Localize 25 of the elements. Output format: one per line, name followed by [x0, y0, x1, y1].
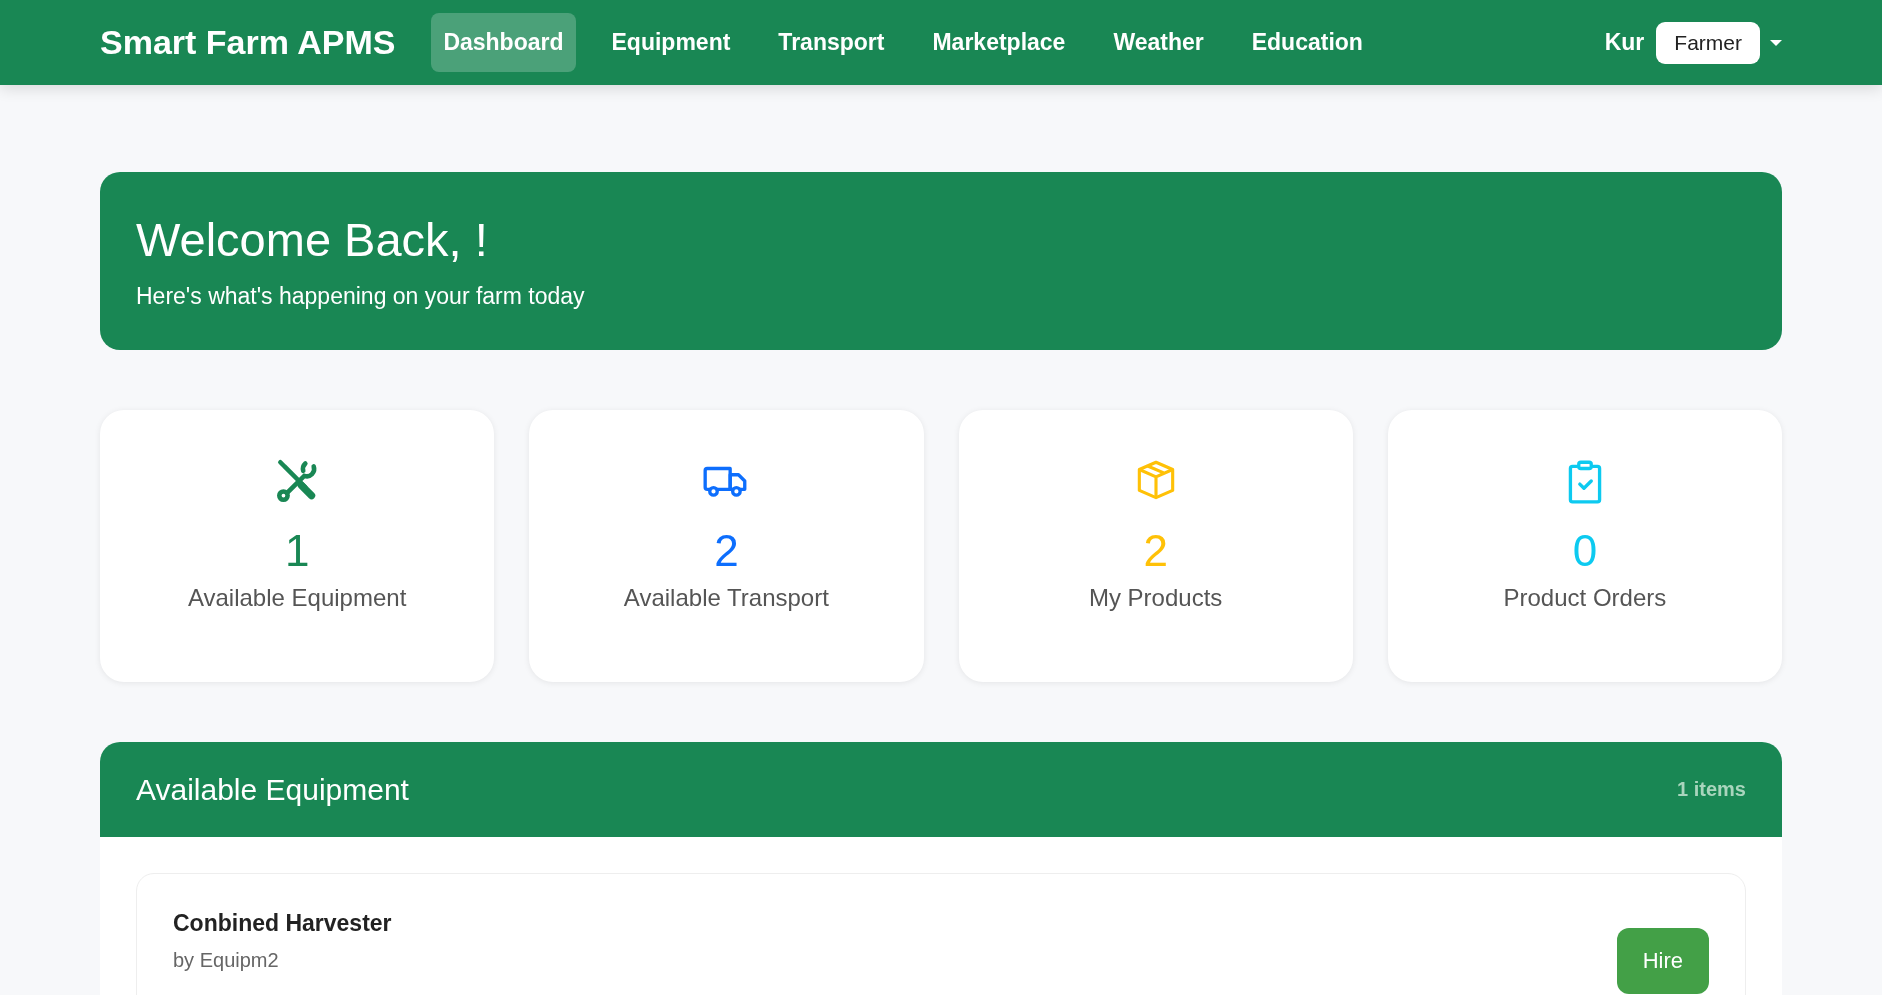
stat-value: 1 — [284, 526, 310, 576]
stat-label: My Products — [1088, 584, 1223, 612]
stat-label: Product Orders — [1503, 584, 1667, 612]
welcome-subtitle: Here's what's happening on your farm today — [136, 283, 586, 310]
caret-icon[interactable] — [1770, 38, 1782, 47]
nav-link[interactable]: Transport — [766, 13, 897, 72]
stat-value: 2 — [1143, 526, 1168, 576]
welcome-title: Welcome Back, ! — [136, 212, 489, 267]
role-button[interactable]: Farmer — [1656, 21, 1760, 64]
hire-button[interactable]: Hire — [1616, 928, 1709, 994]
equipment-owner: by Equipm2 — [173, 949, 280, 972]
stat-label: Available Transport — [623, 584, 829, 612]
nav-link[interactable]: Marketplace — [920, 13, 1078, 72]
nav-link[interactable]: Equipment — [599, 13, 743, 72]
user-name: Kur — [1604, 29, 1645, 56]
equipment-name: Conbined Harvester — [173, 910, 392, 937]
nav-link[interactable]: Weather — [1101, 13, 1216, 72]
stat-value: 2 — [714, 526, 739, 576]
stat-value: 0 — [1572, 526, 1598, 576]
stat-label: Available Equipment — [187, 584, 407, 612]
nav-link[interactable]: Dashboard — [431, 13, 576, 72]
item-count: 1 items — [1677, 778, 1746, 801]
brand-title[interactable]: Smart Farm APMS — [100, 23, 396, 62]
panel-title: Available Equipment — [136, 772, 409, 807]
nav-link[interactable]: Education — [1239, 13, 1375, 72]
